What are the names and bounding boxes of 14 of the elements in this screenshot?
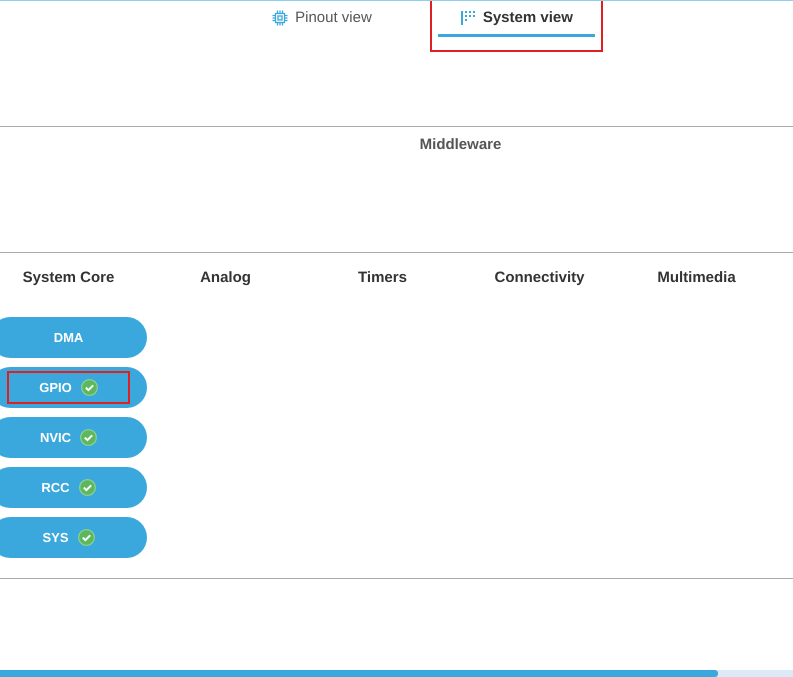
category-title: Analog [200,269,251,286]
peripheral-button[interactable]: DMA [0,317,147,358]
section-title: Middleware [420,136,502,155]
peripheral-button[interactable]: NVIC [0,417,147,458]
category-title: Timers [358,269,407,286]
peripheral-button[interactable]: GPIO [0,367,147,408]
bars-icon [460,10,476,26]
peripheral-button[interactable]: RCC [0,467,147,508]
chip-icon [272,10,288,26]
view-tab[interactable]: Pinout view [250,1,394,37]
category-title: System Core [22,269,114,286]
category-title: Connectivity [494,269,584,286]
category-title: Multimedia [657,269,736,286]
peripheral-button[interactable]: SYS [0,517,147,558]
